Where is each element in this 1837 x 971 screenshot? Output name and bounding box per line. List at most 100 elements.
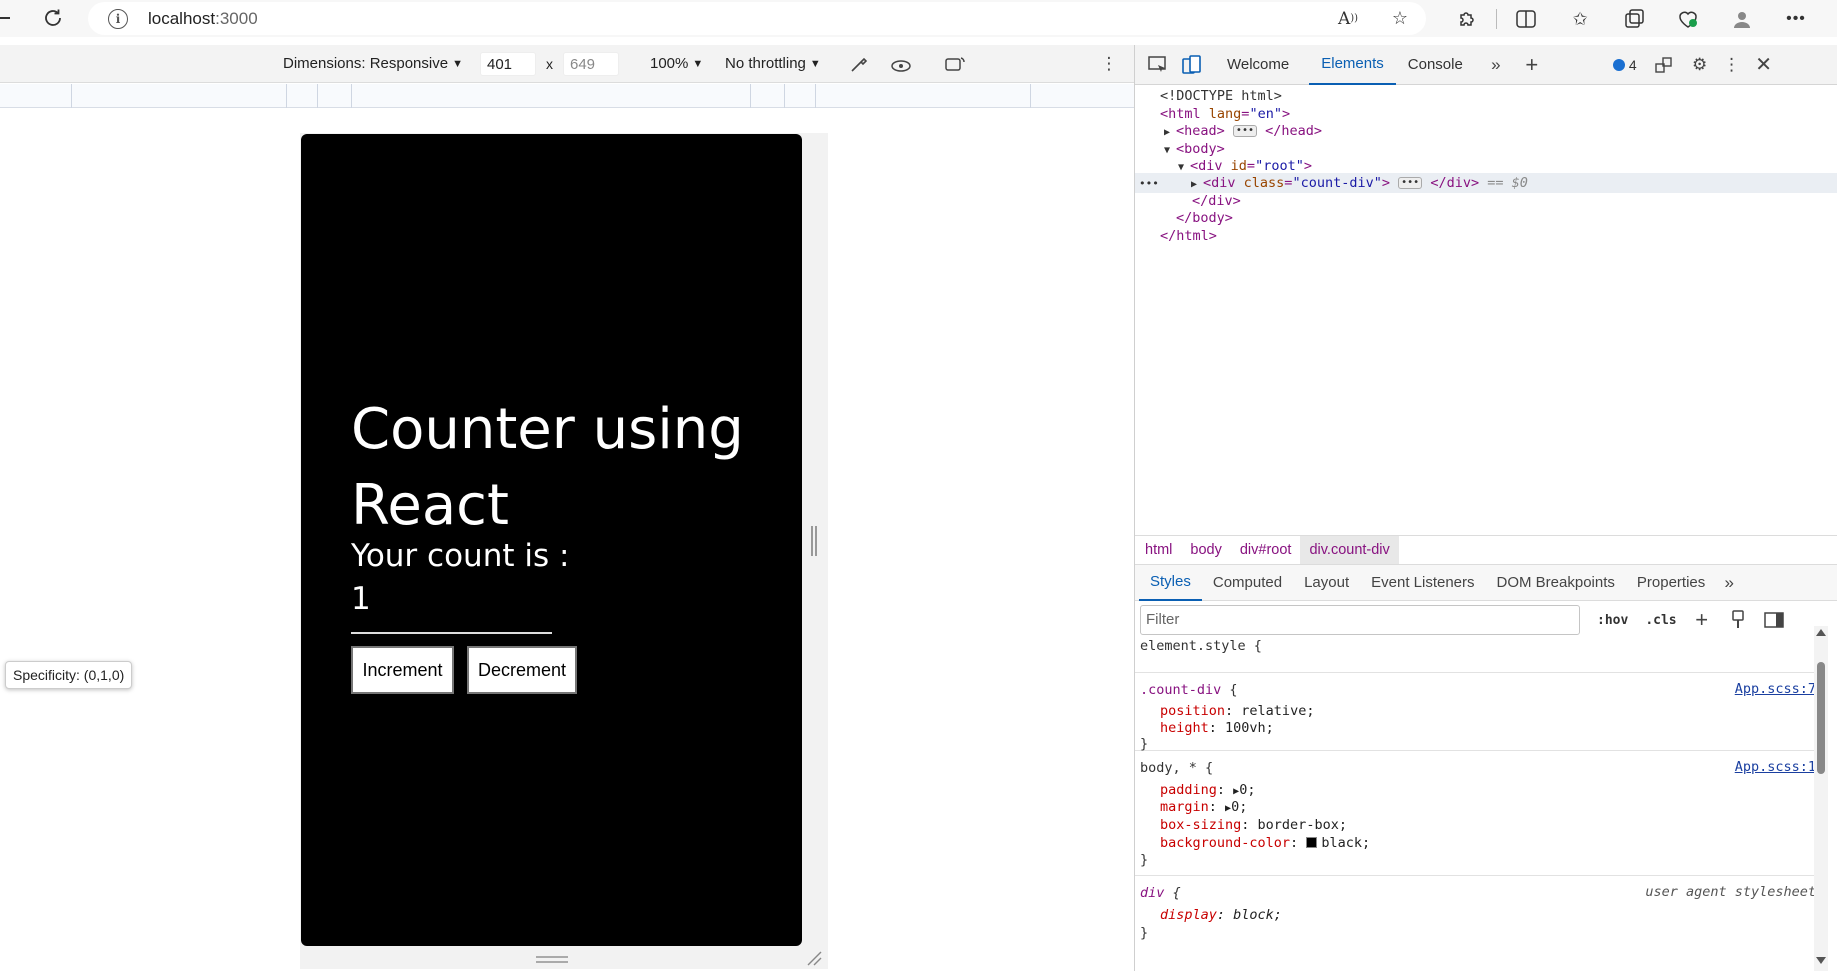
tab-elements[interactable]: Elements bbox=[1309, 45, 1396, 85]
dimensions-dropdown[interactable]: Dimensions: Responsive ▼ bbox=[283, 55, 463, 72]
add-tab-plus-icon[interactable]: + bbox=[1519, 52, 1545, 78]
tag-text: </div> bbox=[1192, 193, 1241, 209]
ruler-tick bbox=[351, 84, 352, 108]
selector-text: .count-div bbox=[1140, 682, 1222, 698]
css-property[interactable]: position: relative; bbox=[1160, 702, 1314, 720]
tab-properties[interactable]: Properties bbox=[1626, 565, 1716, 601]
rule-source-link[interactable]: App.scss:7 bbox=[1735, 681, 1816, 697]
breadcrumb-body[interactable]: body bbox=[1181, 536, 1230, 564]
split-screen-icon[interactable] bbox=[1512, 5, 1540, 33]
dom-node-html-close[interactable]: </html> bbox=[1135, 226, 1837, 246]
toggle-sidebar-icon[interactable] bbox=[1763, 609, 1785, 631]
tab-styles[interactable]: Styles bbox=[1139, 565, 1202, 601]
scroll-up-arrow-icon[interactable] bbox=[1816, 629, 1826, 636]
breadcrumb-div-root[interactable]: div#root bbox=[1231, 536, 1301, 564]
tab-event-listeners[interactable]: Event Listeners bbox=[1360, 565, 1485, 601]
property-name: box-sizing bbox=[1160, 817, 1242, 833]
close-brace: } bbox=[1140, 925, 1149, 941]
dom-node-count-div[interactable]: ••• ▶ <div class="count-div"> ••• </div> =… bbox=[1135, 173, 1837, 193]
site-info-icon[interactable]: i bbox=[108, 8, 128, 29]
property-name: background-color bbox=[1160, 835, 1291, 851]
styles-filter-bar: Filter :hov .cls + bbox=[1135, 602, 1837, 638]
eyedropper-icon[interactable] bbox=[846, 51, 872, 77]
tab-dom-breakpoints[interactable]: DOM Breakpoints bbox=[1486, 565, 1626, 601]
settings-gear-icon[interactable]: ⚙ bbox=[1687, 52, 1713, 78]
dom-node-doctype[interactable]: <!DOCTYPE html> bbox=[1135, 86, 1837, 106]
extensions-icon[interactable] bbox=[1453, 5, 1481, 33]
css-property[interactable]: padding: ▶0; bbox=[1160, 781, 1255, 799]
hover-state-toggle[interactable]: :hov bbox=[1597, 613, 1628, 628]
css-property[interactable]: height: 100vh; bbox=[1160, 719, 1274, 737]
css-property[interactable]: background-color: black; bbox=[1160, 834, 1370, 852]
address-bar[interactable]: i localhost:3000 A)) ☆ bbox=[88, 2, 1426, 35]
css-property[interactable]: margin: ▶0; bbox=[1160, 798, 1247, 816]
dom-node-body-close[interactable]: </body> bbox=[1135, 208, 1837, 228]
count-underline bbox=[351, 632, 552, 634]
resize-handle-right[interactable] bbox=[811, 526, 817, 556]
media-query-ruler[interactable] bbox=[0, 84, 1134, 108]
decrement-button[interactable]: Decrement bbox=[467, 646, 577, 694]
device-toolbar-more-icon[interactable]: ⋮ bbox=[1096, 51, 1122, 77]
refresh-icon[interactable] bbox=[42, 7, 64, 29]
new-style-rule-plus-icon[interactable]: + bbox=[1691, 607, 1713, 632]
width-input[interactable]: 401 bbox=[480, 51, 536, 76]
browser-essentials-icon[interactable] bbox=[1674, 5, 1702, 33]
property-name: margin bbox=[1160, 799, 1209, 815]
rule-selector[interactable]: div { bbox=[1140, 884, 1181, 902]
tab-console[interactable]: Console bbox=[1396, 45, 1475, 85]
devtools-more-icon[interactable]: ⋮ bbox=[1719, 52, 1745, 78]
ruler-tick bbox=[286, 84, 287, 108]
browser-actions: ✩ ••• bbox=[1440, 4, 1823, 34]
network-conditions-icon[interactable] bbox=[1651, 52, 1677, 78]
device-emulation-icon[interactable] bbox=[1179, 52, 1205, 78]
property-value: black; bbox=[1321, 835, 1371, 851]
favorites-icon[interactable]: ✩ bbox=[1566, 5, 1594, 33]
back-icon[interactable] bbox=[0, 7, 10, 29]
more-subtabs-chevron-icon[interactable]: » bbox=[1716, 570, 1742, 596]
breadcrumb-html[interactable]: html bbox=[1136, 536, 1181, 564]
scrollbar-thumb[interactable] bbox=[1817, 662, 1825, 774]
collections-icon[interactable] bbox=[1620, 5, 1648, 33]
rotate-device-icon[interactable] bbox=[942, 51, 968, 77]
ellipsis-icon[interactable]: ••• bbox=[1232, 125, 1257, 137]
height-input[interactable]: 649 bbox=[563, 51, 619, 76]
scroll-down-arrow-icon[interactable] bbox=[1816, 957, 1826, 964]
favorite-star-icon[interactable]: ☆ bbox=[1386, 5, 1414, 33]
inspect-element-icon[interactable] bbox=[1145, 52, 1171, 78]
paint-brush-icon[interactable] bbox=[1727, 609, 1749, 631]
rule-selector[interactable]: body, * { bbox=[1140, 759, 1213, 777]
tab-layout[interactable]: Layout bbox=[1293, 565, 1360, 601]
profile-avatar-icon[interactable] bbox=[1728, 5, 1756, 33]
property-name: display bbox=[1160, 907, 1217, 923]
css-property[interactable]: box-sizing: border-box; bbox=[1160, 816, 1347, 834]
styles-scrollbar[interactable] bbox=[1814, 626, 1828, 971]
ruler-tick bbox=[784, 84, 785, 108]
increment-button[interactable]: Increment bbox=[351, 646, 454, 694]
breadcrumb-div-count-div[interactable]: div.count-div bbox=[1300, 536, 1399, 564]
styles-filter-input[interactable]: Filter bbox=[1140, 605, 1580, 635]
property-value: block; bbox=[1233, 907, 1282, 923]
rule-selector[interactable]: .count-div { bbox=[1140, 681, 1238, 699]
url-text[interactable]: localhost:3000 bbox=[148, 9, 258, 29]
more-menu-icon[interactable]: ••• bbox=[1782, 5, 1810, 33]
ellipsis-icon[interactable]: ••• bbox=[1398, 177, 1423, 189]
close-devtools-icon[interactable]: ✕ bbox=[1751, 52, 1777, 78]
class-toggle[interactable]: .cls bbox=[1645, 613, 1676, 628]
color-swatch[interactable] bbox=[1306, 837, 1318, 848]
resize-corner-icon[interactable] bbox=[806, 950, 822, 966]
read-aloud-icon[interactable]: A)) bbox=[1334, 5, 1362, 33]
ruler-tick bbox=[317, 84, 318, 108]
tab-computed[interactable]: Computed bbox=[1202, 565, 1293, 601]
resize-handle-bottom[interactable] bbox=[536, 956, 568, 963]
rule-source-link[interactable]: App.scss:1 bbox=[1735, 759, 1816, 775]
throttling-label: No throttling bbox=[725, 55, 806, 72]
tab-welcome[interactable]: Welcome bbox=[1215, 45, 1301, 85]
throttling-dropdown[interactable]: No throttling ▼ bbox=[725, 55, 821, 72]
zoom-dropdown[interactable]: 100% ▼ bbox=[650, 55, 703, 72]
vision-deficiency-icon[interactable] bbox=[888, 51, 914, 77]
dom-node-head[interactable]: ▶ <head> ••• </head> bbox=[1135, 121, 1837, 141]
more-tabs-chevron-icon[interactable]: » bbox=[1483, 52, 1509, 78]
issues-counter[interactable]: 4 bbox=[1612, 57, 1637, 73]
element-style-selector[interactable]: element.style { bbox=[1140, 639, 1262, 655]
devtools-tab-bar: Welcome Elements Console » + 4 ⚙ ⋮ ✕ bbox=[1135, 45, 1837, 85]
